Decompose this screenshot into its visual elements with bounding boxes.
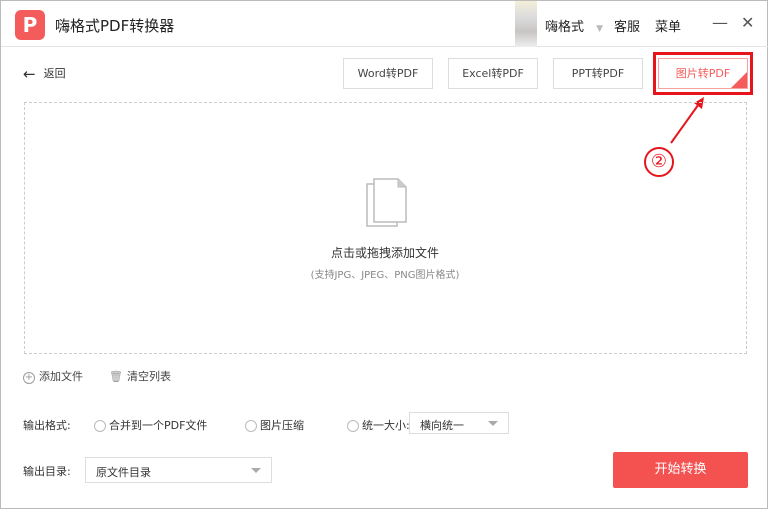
tab-word-to-pdf[interactable]: Word转PDF — [343, 58, 433, 89]
clear-list-button[interactable]: 🗑 清空列表 — [109, 368, 171, 384]
drop-title: 点击或拖拽添加文件 — [330, 246, 439, 260]
file-icon — [366, 178, 407, 227]
output-dir-value: 原文件目录 — [96, 466, 151, 479]
size-select[interactable]: 横向统一 — [409, 412, 509, 434]
output-dir-select[interactable]: 原文件目录 — [85, 457, 272, 483]
arrow-left-icon: ← — [23, 65, 36, 83]
minimize-button[interactable]: — — [712, 13, 728, 32]
back-label: 返回 — [43, 67, 66, 80]
radio-label: 合并到一个PDF文件 — [109, 419, 208, 432]
tab-excel-to-pdf[interactable]: Excel转PDF — [448, 58, 538, 89]
output-dir-label: 输出目录: — [23, 465, 71, 478]
clear-list-label: 清空列表 — [126, 370, 171, 383]
menu-link[interactable]: 菜单 — [655, 16, 681, 35]
output-format-label: 输出格式: — [23, 419, 71, 432]
radio-icon — [245, 420, 257, 432]
highlight-box — [653, 52, 753, 95]
plus-circle-icon: + — [23, 372, 35, 384]
radio-label: 统一大小: — [362, 419, 410, 432]
chevron-down-icon: ▼ — [596, 24, 604, 34]
service-link[interactable]: 客服 — [614, 16, 640, 35]
back-button[interactable]: ← 返回 — [23, 65, 66, 83]
add-file-button[interactable]: + 添加文件 — [23, 368, 83, 384]
add-file-label: 添加文件 — [39, 370, 83, 383]
chevron-down-icon — [251, 468, 261, 473]
radio-compress[interactable]: 图片压缩 — [245, 417, 304, 433]
drop-hint: (支持JPG、JPEG、PNG图片格式) — [310, 270, 460, 281]
close-button[interactable]: ✕ — [741, 13, 754, 32]
user-menu[interactable]: 嗨格式 ▼ — [545, 16, 603, 35]
tab-ppt-to-pdf[interactable]: PPT转PDF — [553, 58, 643, 89]
size-select-value: 横向统一 — [420, 419, 464, 432]
radio-icon — [94, 420, 106, 432]
start-convert-button[interactable]: 开始转换 — [613, 452, 748, 488]
app-logo: P — [15, 10, 45, 40]
app-title: 嗨格式PDF转换器 — [55, 17, 175, 35]
radio-icon — [347, 420, 359, 432]
radio-label: 图片压缩 — [260, 419, 304, 432]
radio-merge[interactable]: 合并到一个PDF文件 — [94, 417, 207, 433]
user-name: 嗨格式 — [545, 20, 585, 35]
user-avatar[interactable] — [515, 1, 537, 47]
chevron-down-icon — [488, 421, 498, 426]
radio-uniform-size[interactable]: 统一大小: — [347, 417, 410, 433]
trash-icon: 🗑 — [109, 370, 123, 383]
